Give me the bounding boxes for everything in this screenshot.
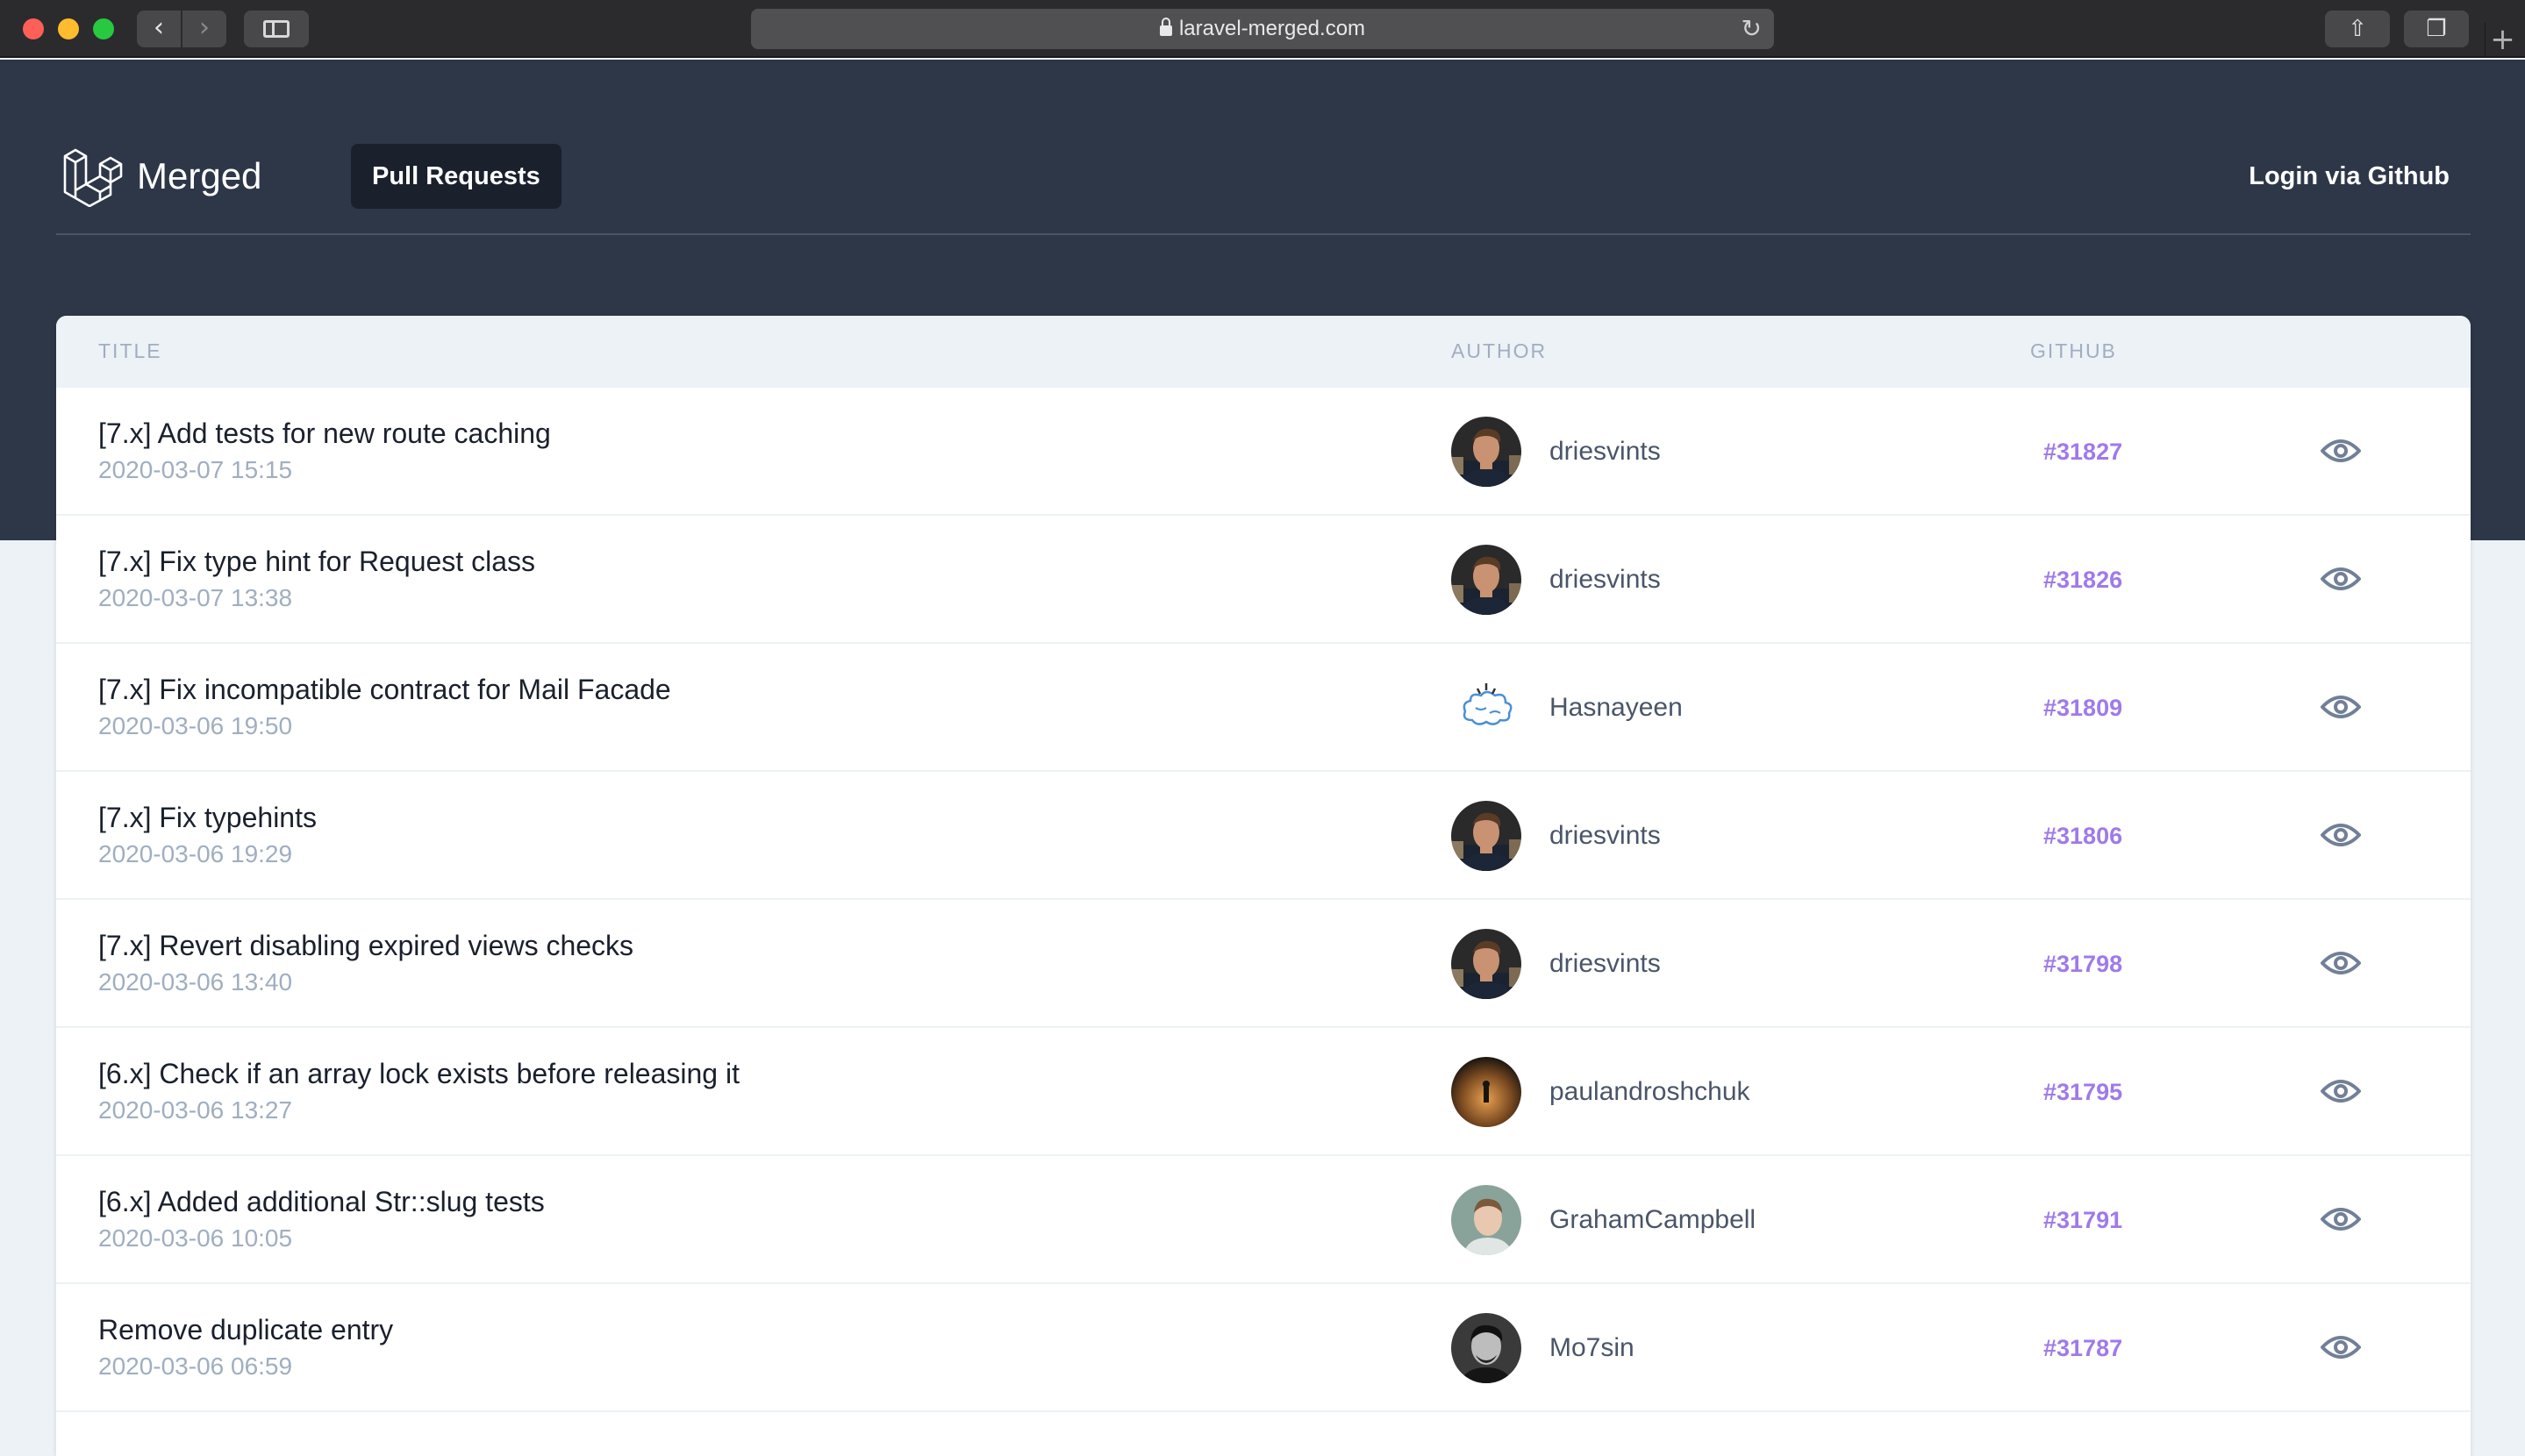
eye-icon[interactable] <box>2320 944 2362 982</box>
avatar <box>1451 929 1521 999</box>
pr-title[interactable]: [7.x] Revert disabling expired views che… <box>98 930 633 962</box>
github-pr-link[interactable]: #31787 <box>2043 1284 2122 1412</box>
address-bar[interactable]: laravel-merged.com ↻ <box>751 9 1774 49</box>
table-row: Remove duplicate entry 2020-03-06 06:59 Mo… <box>56 1284 2471 1412</box>
author-name[interactable]: driesvints <box>1549 772 1661 900</box>
author-name[interactable]: paulandroshchuk <box>1549 1028 1750 1156</box>
close-window-button[interactable] <box>23 18 44 39</box>
table-row: [7.x] Fix typehints 2020-03-06 19:29 dries… <box>56 772 2471 900</box>
pr-title[interactable]: [6.x] Added additional Str::slug tests <box>98 1186 545 1218</box>
share-button[interactable]: ⇧ <box>2325 11 2390 47</box>
table-row: [7.x] Fix incompatible contract for Mail… <box>56 644 2471 772</box>
tabs-icon: ❐ <box>2426 16 2447 42</box>
github-pr-link[interactable]: #31798 <box>2043 900 2122 1028</box>
eye-icon[interactable] <box>2320 560 2362 598</box>
pr-title[interactable]: [7.x] Fix typehints <box>98 802 317 834</box>
eye-icon[interactable] <box>2320 1072 2362 1110</box>
tab-overview-button[interactable]: ❐ <box>2404 11 2469 47</box>
sidebar-toggle-button[interactable] <box>244 11 309 47</box>
lock-icon <box>1159 18 1172 36</box>
plus-icon: + <box>2490 22 2515 57</box>
login-github-link[interactable]: Login via Github <box>2249 144 2450 209</box>
column-header-github: Github <box>2030 339 2117 362</box>
author-name[interactable]: GrahamCampbell <box>1549 1156 1756 1284</box>
pr-title[interactable]: [6.x] Check if an array lock exists befo… <box>98 1058 740 1090</box>
table-row: [6.x] Check if an array lock exists befo… <box>56 1028 2471 1156</box>
chevron-left-icon: ‹ <box>154 12 164 43</box>
table-header: Title Author Github <box>56 316 2471 388</box>
sidebar-icon <box>263 20 290 38</box>
table-row: [6.x] Added additional Str::slug tests20… <box>56 1156 2471 1284</box>
eye-icon[interactable] <box>2320 1200 2362 1238</box>
share-icon: ⇧ <box>2348 16 2367 42</box>
column-header-title: Title <box>98 339 162 362</box>
eye-icon[interactable] <box>2320 432 2362 470</box>
eye-icon[interactable] <box>2320 816 2362 854</box>
nav-pull-requests[interactable]: Pull Requests <box>351 144 562 209</box>
github-pr-link[interactable]: #31806 <box>2043 772 2122 900</box>
pr-date: 2020-03-07 13:38 <box>98 584 293 611</box>
new-tab-button[interactable]: + <box>2485 23 2520 58</box>
avatar <box>1451 1185 1521 1255</box>
pr-title[interactable]: [7.x] Fix incompatible contract for Mail… <box>98 674 671 706</box>
avatar <box>1451 1313 1521 1383</box>
pr-date: 2020-03-06 13:40 <box>98 968 293 996</box>
avatar <box>1451 1057 1521 1127</box>
pull-requests-table: Title Author Github [7.x] Add tests for … <box>56 316 2471 1456</box>
author-name[interactable]: Hasnayeen <box>1549 644 1683 772</box>
table-row: [7.x] Revert disabling expired views che… <box>56 900 2471 1028</box>
table-row: [7.x] Fix type hint for Request class 202… <box>56 516 2471 644</box>
avatar <box>1451 673 1521 743</box>
pr-title[interactable]: [7.x] Add tests for new route caching <box>98 418 551 450</box>
author-name[interactable]: driesvints <box>1549 516 1661 644</box>
back-button[interactable]: ‹ <box>137 11 181 47</box>
avatar <box>1451 417 1521 487</box>
github-pr-link[interactable]: #31827 <box>2043 388 2122 516</box>
forward-button[interactable]: › <box>182 11 226 47</box>
pr-date: 2020-03-06 19:29 <box>98 840 293 867</box>
eye-icon[interactable] <box>2320 688 2362 726</box>
column-header-author: Author <box>1451 339 1548 362</box>
pr-title[interactable]: [7.x] Fix type hint for Request class <box>98 546 535 578</box>
top-navigation: Merged Pull Requests Login via Github <box>56 121 2471 235</box>
author-name[interactable]: Mo7sin <box>1549 1284 1634 1412</box>
browser-toolbar: ‹ › laravel-merged.com ↻ ⇧ ❐ + <box>0 0 2525 58</box>
brand-name: Merged <box>137 155 262 196</box>
laravel-logo-icon <box>63 148 123 207</box>
minimize-window-button[interactable] <box>58 18 79 39</box>
github-pr-link[interactable]: #31791 <box>2043 1156 2122 1284</box>
avatar <box>1451 801 1521 871</box>
url-text: laravel-merged.com <box>1178 17 1366 40</box>
github-pr-link[interactable]: #31826 <box>2043 516 2122 644</box>
author-name[interactable]: driesvints <box>1549 388 1661 516</box>
pr-title[interactable]: Remove duplicate entry <box>98 1314 393 1346</box>
brand[interactable]: Merged <box>61 146 261 207</box>
github-pr-link[interactable]: #31795 <box>2043 1028 2122 1156</box>
pr-date: 2020-03-07 15:15 <box>98 456 293 483</box>
chevron-right-icon: › <box>199 12 210 43</box>
eye-icon[interactable] <box>2320 1328 2362 1367</box>
github-pr-link[interactable]: #31809 <box>2043 644 2122 772</box>
pr-date: 2020-03-06 19:50 <box>98 712 293 739</box>
reload-icon[interactable]: ↻ <box>1742 9 1762 49</box>
table-row: [7.x] Add tests for new route caching 202… <box>56 388 2471 516</box>
author-name[interactable]: driesvints <box>1549 900 1661 1028</box>
zoom-window-button[interactable] <box>93 18 114 39</box>
avatar <box>1451 545 1521 615</box>
table-body: [7.x] Add tests for new route caching 202… <box>56 388 2471 1412</box>
pr-date: 2020-03-06 06:59 <box>98 1353 293 1380</box>
pr-date: 2020-03-06 13:27 <box>98 1096 293 1124</box>
pr-date: 2020-03-06 10:05 <box>98 1224 293 1252</box>
